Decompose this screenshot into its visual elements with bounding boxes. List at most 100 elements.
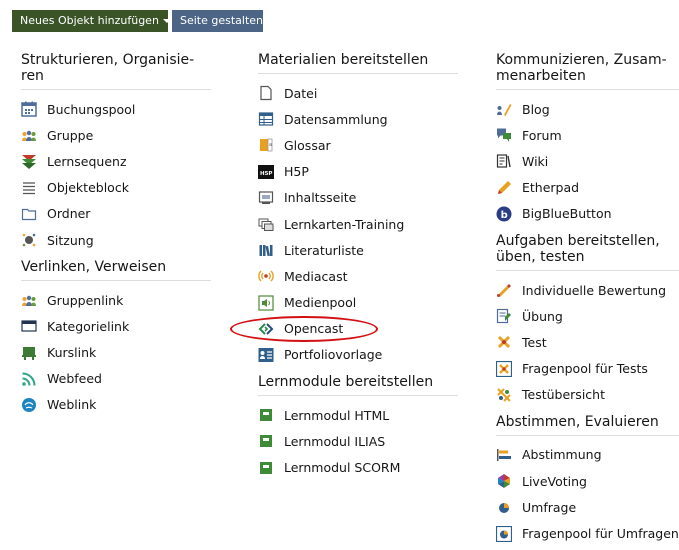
group-heading: Kommunizieren, Zusam-menarbeiten	[496, 52, 679, 90]
menu-item-buchungspool[interactable]: Buchungspool	[21, 96, 211, 122]
add-object-button[interactable]: Neues Objekt hinzufügen	[12, 10, 171, 32]
blog-icon	[496, 101, 512, 117]
item-label: Etherpad	[522, 180, 580, 196]
menu-item-lernmodul-scorm[interactable]: Lernmodul SCORM	[258, 454, 458, 480]
item-label: Forum	[522, 127, 562, 143]
add-object-label: Neues Objekt hinzufügen	[20, 14, 159, 27]
menu-item-glossar[interactable]: a Glossar	[258, 132, 458, 158]
portfolio-icon	[258, 347, 274, 363]
menu-item-webfeed[interactable]: Webfeed	[21, 366, 211, 392]
menu-item-portfoliovorlage[interactable]: Portfoliovorlage	[258, 342, 458, 368]
course-link-icon	[21, 345, 37, 361]
menu-item-bigbluebutton[interactable]: b BigBlueButton	[496, 201, 679, 227]
item-label: Portfoliovorlage	[284, 347, 383, 363]
menu-item-forum[interactable]: Forum	[496, 122, 679, 148]
item-label: Objekteblock	[47, 180, 129, 196]
menu-item-kurslink[interactable]: Kurslink	[21, 340, 211, 366]
menu-item-medienpool[interactable]: Medienpool	[258, 290, 458, 316]
menu-item-individuelle-bewertung[interactable]: Individuelle Bewertung	[496, 277, 679, 303]
item-label: Mediacast	[284, 268, 348, 284]
menu-item-objekteblock[interactable]: Objekteblock	[21, 175, 211, 201]
menu-item-datensammlung[interactable]: Datensammlung	[258, 106, 458, 132]
menu-item-weblink[interactable]: Weblink	[21, 392, 211, 418]
menu-item-test[interactable]: Test	[496, 329, 679, 355]
group-heading: Lernmodule bereitstellen	[258, 374, 458, 397]
file-icon	[258, 85, 274, 101]
menu-item-abstimmung[interactable]: Abstimmung	[496, 442, 679, 468]
weblink-icon	[21, 397, 37, 413]
column-structure: Strukturieren, Organisie-ren Buchungspoo…	[21, 52, 211, 418]
item-label: Datei	[284, 85, 318, 101]
speaker-icon	[258, 294, 274, 311]
menu-item-ordner[interactable]: Ordner	[21, 201, 211, 227]
menu-item-inhaltsseite[interactable]: Inhaltsseite	[258, 185, 458, 211]
group-link-icon	[21, 292, 37, 308]
menu-item-lernkarten-training[interactable]: Lernkarten-Training	[258, 211, 458, 237]
wiki-icon	[496, 153, 512, 169]
survey-icon	[496, 499, 512, 515]
design-page-button[interactable]: Seite gestalten	[172, 10, 263, 32]
item-label: Literaturliste	[284, 242, 364, 258]
group-heading: Aufgaben bereitstellen, üben, testen	[496, 233, 679, 271]
menu-item-lernmodul-html[interactable]: Lernmodul HTML	[258, 402, 458, 428]
item-label: Webfeed	[47, 371, 102, 387]
item-label: Ordner	[47, 206, 91, 222]
menu-item-fragenpool-umfragen[interactable]: Fragenpool für Umfragen	[496, 520, 679, 546]
item-label: Lernmodul ILIAS	[284, 433, 386, 449]
menu-item-gruppe[interactable]: Gruppe	[21, 122, 211, 148]
item-label: Abstimmung	[522, 447, 602, 463]
menu-item-gruppenlink[interactable]: Gruppenlink	[21, 287, 211, 313]
group-heading: Abstimmen, Evaluieren	[496, 414, 679, 436]
menu-item-uebung[interactable]: Übung	[496, 303, 679, 329]
table-icon	[258, 111, 274, 127]
menu-item-fragenpool-tests[interactable]: Fragenpool für Tests	[496, 356, 679, 382]
menu-item-sitzung[interactable]: Sitzung	[21, 227, 211, 253]
menu-item-livevoting[interactable]: LiveVoting	[496, 468, 679, 494]
item-label: Lernmodul SCORM	[284, 460, 401, 476]
item-label: Wiki	[522, 153, 549, 169]
svg-text:b: b	[501, 210, 508, 221]
menu-item-blog[interactable]: Blog	[496, 96, 679, 122]
poll-icon	[496, 447, 512, 463]
item-label: Gruppe	[47, 127, 94, 143]
caret-down-icon	[162, 19, 171, 23]
test-icon	[496, 334, 512, 350]
item-label: Test	[522, 334, 547, 350]
item-label: Blog	[522, 101, 550, 117]
glossary-icon: a	[258, 137, 274, 153]
menu-item-lernmodul-ilias[interactable]: Lernmodul ILIAS	[258, 428, 458, 454]
item-label: Testübersicht	[522, 387, 605, 403]
menu-item-mediacast[interactable]: Mediacast	[258, 263, 458, 289]
pencil-icon	[496, 180, 512, 196]
list-icon	[21, 180, 37, 196]
rss-icon	[21, 371, 37, 387]
menu-item-kategorielink[interactable]: Kategorielink	[21, 313, 211, 339]
menu-item-literaturliste[interactable]: Literaturliste	[258, 237, 458, 263]
item-label: Weblink	[47, 397, 97, 413]
books-icon	[258, 242, 274, 258]
opencast-icon	[258, 321, 274, 337]
flashcards-icon	[258, 216, 274, 232]
column-communicate: Kommunizieren, Zusam-menarbeiten Blog Fo…	[496, 52, 679, 547]
menu-item-h5p[interactable]: H5P H5P	[258, 159, 458, 185]
menu-item-datei[interactable]: Datei	[258, 80, 458, 106]
session-icon	[21, 232, 37, 248]
group-icon	[21, 127, 37, 143]
item-label: Kategorielink	[47, 318, 130, 334]
menu-item-testuebersicht[interactable]: Testübersicht	[496, 382, 679, 408]
item-label: Sitzung	[47, 232, 94, 248]
menu-item-lernsequenz[interactable]: Lernsequenz	[21, 148, 211, 174]
item-label: LiveVoting	[522, 473, 587, 489]
menu-item-etherpad[interactable]: Etherpad	[496, 175, 679, 201]
item-label: Fragenpool für Umfragen	[522, 526, 679, 542]
item-label: Medienpool	[284, 295, 357, 311]
group-heading: Strukturieren, Organisie-ren	[21, 52, 211, 90]
live-voting-icon	[496, 473, 512, 489]
svg-text:a: a	[269, 142, 272, 148]
menu-item-opencast[interactable]: Opencast	[258, 316, 458, 342]
h5p-icon: H5P	[258, 164, 274, 180]
item-label: Inhaltsseite	[284, 190, 357, 206]
content-page-icon	[258, 190, 274, 206]
menu-item-wiki[interactable]: Wiki	[496, 148, 679, 174]
menu-item-umfrage[interactable]: Umfrage	[496, 494, 679, 520]
